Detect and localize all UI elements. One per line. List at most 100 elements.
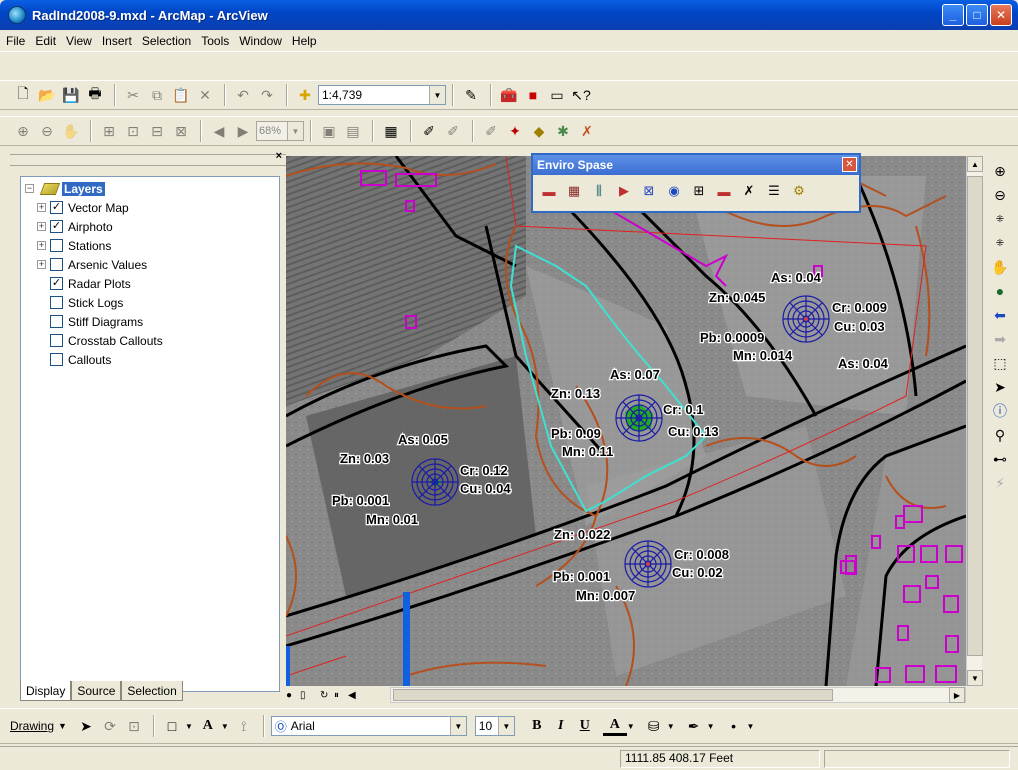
toc-grip[interactable]: × [10, 150, 286, 166]
font-color-button[interactable]: A [602, 717, 627, 736]
arctoolbox-icon[interactable]: 🧰 [498, 84, 520, 106]
print-icon[interactable]: 🖶 [84, 84, 106, 106]
whats-this-help-icon[interactable]: ↖? [570, 84, 592, 106]
rotate-icon[interactable]: ⟳ [99, 715, 121, 737]
font-combo[interactable]: Ⓞ Arial ▼ [270, 716, 467, 736]
layer-vector-map[interactable]: + ✓ Vector Map [37, 198, 129, 217]
collapse-icon[interactable]: − [25, 184, 34, 193]
zoom-percent-combo[interactable]: 68% ▼ [256, 121, 304, 141]
chevron-down-icon[interactable]: ▼ [287, 122, 303, 140]
editor-toolbar-icon[interactable]: ✎ [460, 84, 482, 106]
refresh-icon[interactable]: ↻ [320, 690, 334, 701]
menu-file[interactable]: File [2, 34, 29, 48]
chevron-down-icon[interactable]: ▼ [429, 86, 445, 104]
chevron-down-icon[interactable]: ▼ [667, 722, 675, 731]
layer-stick-logs[interactable]: Stick Logs [37, 293, 123, 312]
open-folder-icon[interactable]: 📂 [36, 84, 58, 106]
zoom-whole-page-icon[interactable]: ⊞ [98, 120, 120, 142]
toggle-draft-mode-icon[interactable]: ▣ [318, 120, 340, 142]
layer-callouts[interactable]: Callouts [37, 350, 111, 369]
close-button[interactable]: ✕ [990, 4, 1012, 26]
tool-g-icon[interactable]: ✗ [576, 120, 598, 142]
font-size-combo[interactable]: 10 ▼ [474, 716, 515, 736]
zoom-in-icon[interactable]: ⊕ [989, 160, 1011, 182]
close-icon[interactable]: × [276, 150, 282, 162]
fixed-zoom-out-icon[interactable]: ⁜ [989, 232, 1011, 254]
layer-stiff-diagrams[interactable]: Stiff Diagrams [37, 312, 143, 331]
new-document-icon[interactable]: 🗋 [12, 84, 34, 106]
select-features-icon[interactable]: ⬚ [989, 352, 1011, 374]
paste-icon[interactable]: 📋 [170, 84, 192, 106]
add-data-icon[interactable]: ✚ [294, 84, 316, 106]
scroll-left-icon[interactable]: ◀ [348, 690, 362, 701]
tool-d-icon[interactable]: ✦ [504, 120, 526, 142]
measure-icon[interactable]: ⊷ [989, 448, 1011, 470]
save-icon[interactable]: 💾 [60, 84, 82, 106]
stiff-diagram-tool-icon[interactable]: ⊠ [639, 181, 659, 201]
fixed-zoom-in-icon[interactable]: ⁜ [989, 208, 1011, 230]
expand-icon[interactable]: + [37, 222, 46, 231]
scroll-down-icon[interactable]: ▼ [967, 670, 983, 686]
italic-button[interactable]: I [549, 718, 573, 734]
chevron-down-icon[interactable]: ▼ [449, 717, 466, 735]
find-icon[interactable]: ⚲ [989, 424, 1011, 446]
select-elements-icon[interactable]: ➤ [75, 715, 97, 737]
layer-visibility-checkbox[interactable]: ✓ [50, 201, 63, 214]
expand-icon[interactable]: + [37, 260, 46, 269]
zoom-100-icon[interactable]: ⊠ [170, 120, 192, 142]
layer-visibility-checkbox[interactable] [50, 258, 63, 271]
menu-help[interactable]: Help [288, 34, 321, 48]
settings-tool-icon[interactable]: ⚙ [789, 181, 809, 201]
chevron-down-icon[interactable]: ▼ [747, 722, 755, 731]
radar-plot-1[interactable] [782, 295, 830, 343]
underline-button[interactable]: U [573, 718, 597, 734]
menu-window[interactable]: Window [235, 34, 286, 48]
vertical-scrollbar[interactable]: ▲ ▼ [966, 156, 983, 686]
zoom-out-icon[interactable]: ⊖ [989, 184, 1011, 206]
chevron-down-icon[interactable]: ▼ [221, 722, 229, 731]
hyperlink-icon[interactable]: ⚡ [989, 472, 1011, 494]
layer-visibility-checkbox[interactable]: ✓ [50, 220, 63, 233]
select-elements-icon[interactable]: ➤ [989, 376, 1011, 398]
layer-stations[interactable]: + Stations [37, 236, 111, 255]
radar-plot-tool-icon[interactable]: ◉ [664, 181, 684, 201]
expand-icon[interactable]: + [37, 241, 46, 250]
layer-crosstab-callouts[interactable]: Crosstab Callouts [37, 331, 163, 350]
enviro-spase-titlebar[interactable]: Enviro Spase ✕ [533, 155, 859, 175]
forward-extent-icon[interactable]: ➡ [989, 328, 1011, 350]
identify-icon[interactable]: ⓘ [989, 400, 1011, 422]
horizontal-scroll-thumb[interactable] [393, 689, 833, 701]
scroll-up-icon[interactable]: ▲ [967, 156, 983, 172]
zoom-out-layout-icon[interactable]: ⊖ [36, 120, 58, 142]
stick-log-tool-icon[interactable]: ⫼ [589, 181, 609, 201]
full-extent-icon[interactable]: ● [989, 280, 1011, 302]
zoom-in-layout-icon[interactable]: ⊕ [12, 120, 34, 142]
layer-visibility-checkbox[interactable] [50, 315, 63, 328]
menu-selection[interactable]: Selection [138, 34, 195, 48]
scroll-right-icon[interactable]: ▶ [949, 687, 965, 703]
legend-tool-icon[interactable]: ☰ [764, 181, 784, 201]
command-line-icon[interactable]: ▭ [546, 84, 568, 106]
tab-selection[interactable]: Selection [121, 681, 183, 701]
crosstab-tool-icon[interactable]: ▦ [564, 181, 584, 201]
pan-icon[interactable]: ✋ [989, 256, 1011, 278]
menu-tools[interactable]: Tools [197, 34, 233, 48]
menu-edit[interactable]: Edit [31, 34, 60, 48]
bold-button[interactable]: B [525, 718, 549, 734]
rectangle-icon[interactable]: □ [161, 715, 183, 737]
tool-f-icon[interactable]: ✱ [552, 120, 574, 142]
toolbox-icon[interactable]: ■ [522, 84, 544, 106]
tool-a-icon[interactable]: ✐ [418, 120, 440, 142]
fill-color-icon[interactable]: ⛁ [643, 715, 665, 737]
delete-tool-icon[interactable]: ✗ [739, 181, 759, 201]
pause-drawing-icon[interactable]: ⏸ [334, 690, 348, 701]
marker-color-icon[interactable]: • [723, 715, 745, 737]
radar-plot-2[interactable] [615, 394, 663, 442]
layer-airphoto[interactable]: + ✓ Airphoto [37, 217, 113, 236]
map-display[interactable]: As: 0.04 Zn: 0.045 Cr: 0.009 Cu: 0.03 Pb… [286, 156, 966, 686]
close-icon[interactable]: ✕ [842, 157, 857, 172]
layer-radar-plots[interactable]: ✓ Radar Plots [37, 274, 131, 293]
map-canvas[interactable]: As: 0.04 Zn: 0.045 Cr: 0.009 Cu: 0.03 Pb… [286, 156, 966, 686]
chevron-down-icon[interactable]: ▼ [627, 722, 635, 731]
bar-chart-tool-icon[interactable]: ▶ [614, 181, 634, 201]
